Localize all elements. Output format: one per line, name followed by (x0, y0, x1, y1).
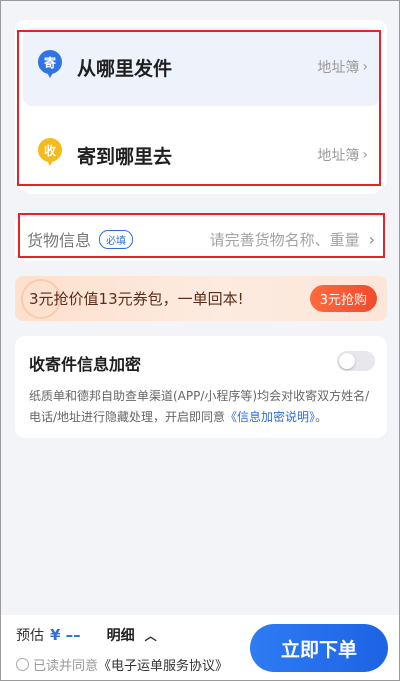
encrypt-title: 收寄件信息加密 (29, 355, 142, 374)
encrypt-description: 纸质单和德邦自助查单渠道(APP/小程序等)均会对收寄双方姓名/电话/地址进行隐… (29, 389, 370, 424)
cargo-label: 货物信息 (27, 231, 92, 250)
agreement-row[interactable]: 已读并同意 《电子运单服务协议》 (16, 655, 228, 674)
chevron-right-icon: › (368, 229, 375, 249)
detail-toggle[interactable]: 明细 ︿ (107, 625, 157, 645)
agreement-radio[interactable] (16, 658, 29, 671)
promo-buy-button[interactable]: 3元抢购 (309, 285, 377, 312)
estimate-label: 预估 (16, 628, 44, 644)
sender-title: 从哪里发件 (77, 57, 173, 80)
cargo-hint: 请完善货物名称、重量 (209, 230, 360, 249)
agreement-prefix: 已读并同意 (33, 659, 99, 674)
chevron-right-icon: › (362, 147, 368, 163)
sender-address-row[interactable]: 寄 从哪里发件 地址簿 › (23, 28, 380, 106)
required-badge: 必填 (99, 229, 134, 249)
receiver-pin-icon: 收 (37, 138, 63, 172)
receiver-address-row[interactable]: 收 寄到哪里去 地址簿 › (23, 116, 380, 194)
estimate-row: 预估 ¥ –– 明细 ︿ (16, 625, 157, 645)
submit-order-button[interactable]: 立即下单 (250, 624, 388, 672)
agreement-link[interactable]: 《电子运单服务协议》 (98, 655, 228, 674)
promo-text: 3元抢价值13元券包，一单回本! (29, 290, 244, 308)
sender-address-book-label: 地址簿 (317, 60, 360, 76)
encrypt-toggle[interactable] (337, 351, 375, 371)
chevron-up-icon: ︿ (144, 628, 157, 643)
promo-banner[interactable]: 3元抢价值13元券包，一单回本! 3元抢购 (15, 276, 387, 321)
detail-label: 明细 (106, 628, 135, 644)
chevron-right-icon: › (362, 59, 368, 75)
cargo-info-row[interactable]: 货物信息 必填 请完善货物名称、重量 › (15, 217, 387, 261)
receiver-address-book-label: 地址簿 (317, 148, 360, 164)
address-card: 寄 从哪里发件 地址簿 › 收 寄到哪里去 地址簿 › (15, 20, 387, 194)
encrypt-card: 收寄件信息加密 纸质单和德邦自助查单渠道(APP/小程序等)均会对收寄双方姓名/… (15, 336, 387, 438)
receiver-address-book-link[interactable]: 地址簿 › (317, 145, 368, 165)
sender-pin-icon: 寄 (37, 50, 63, 84)
encrypt-policy-link[interactable]: 《信息加密说明》 (225, 410, 315, 424)
sender-address-book-link[interactable]: 地址簿 › (317, 57, 368, 77)
toggle-knob (339, 353, 355, 369)
receiver-title: 寄到哪里去 (77, 145, 173, 168)
estimate-amount: ¥ –– (50, 626, 81, 644)
bottom-bar: 预估 ¥ –– 明细 ︿ 已读并同意 《电子运单服务协议》 立即下单 (0, 615, 400, 681)
